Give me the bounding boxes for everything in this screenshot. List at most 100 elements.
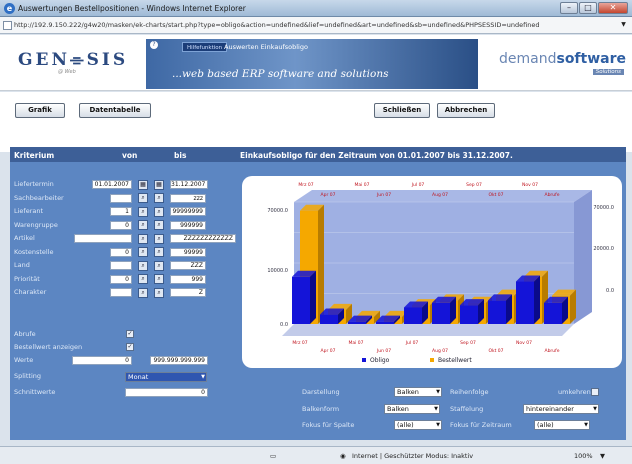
filter-bis-input[interactable]: ZZZ: [170, 261, 206, 270]
main-panel: Liefertermin 01.01.2007 ▦ ▦ 31.12.2007 Sachbe…: [10, 162, 626, 440]
balkenform-select[interactable]: Balken ▼: [384, 404, 440, 414]
banner: GEN⌯SIS @ Web ? Hilfefunktion Auswerten …: [0, 35, 632, 91]
security-zone: Internet | Geschützter Modus: Inaktiv: [352, 452, 474, 460]
werte-von-input[interactable]: 0: [72, 356, 132, 365]
chevron-down-icon[interactable]: ▼: [619, 21, 628, 30]
ie-icon: e: [4, 3, 15, 14]
search-icon[interactable]: ⌕: [154, 260, 164, 271]
search-icon[interactable]: ⌕: [154, 193, 164, 203]
filter-bis-input[interactable]: 99999: [170, 247, 206, 257]
category-label: Mai 07: [348, 340, 363, 346]
filter-label: Kostenstelle: [14, 247, 54, 256]
filter-von-input[interactable]: 01.01.2007: [92, 180, 132, 189]
fokus-zeitraum-value: (alle): [537, 421, 554, 429]
category-label: Jun 07: [376, 348, 391, 354]
filter-von-input[interactable]: 0: [110, 220, 132, 230]
datentabelle-button[interactable]: Datentabelle: [79, 103, 151, 118]
abrufe-checkbox[interactable]: ✓: [126, 330, 134, 338]
calendar-icon[interactable]: ▦: [138, 179, 148, 190]
help-icon: ?: [150, 41, 158, 49]
header-bis: bis: [174, 151, 187, 160]
search-icon[interactable]: ⌕: [138, 260, 148, 271]
filter-bis-input[interactable]: 99999999: [170, 207, 206, 216]
filter-von-input[interactable]: [74, 234, 132, 243]
chart-floor: [282, 324, 574, 336]
search-icon[interactable]: ⌕: [138, 193, 148, 203]
abbrechen-button[interactable]: Abbrechen: [437, 103, 495, 118]
search-icon[interactable]: ⌕: [154, 247, 164, 257]
popup-icon: ▭: [270, 452, 277, 460]
zoom-level[interactable]: 100%: [574, 452, 593, 460]
chevron-down-icon: ▼: [584, 422, 588, 428]
logo-subtitle: @ Web: [58, 69, 76, 75]
search-icon[interactable]: ⌕: [138, 233, 148, 244]
fokus-zeitraum-select[interactable]: (alle) ▼: [534, 420, 590, 430]
minimize-button[interactable]: –: [560, 2, 578, 14]
fokus-spalte-select[interactable]: (alle) ▼: [394, 420, 442, 430]
filter-bis-input[interactable]: 999999: [170, 220, 206, 230]
grafik-button[interactable]: Grafik: [15, 103, 65, 118]
bestellwert-checkbox[interactable]: ✓: [126, 343, 134, 351]
category-label: Jul 07: [411, 182, 425, 188]
help-button[interactable]: Hilfefunktion: [182, 42, 228, 52]
darstellung-select[interactable]: Balken ▼: [394, 387, 442, 397]
filter-von-input[interactable]: [110, 193, 132, 203]
filter-von-input[interactable]: 0: [110, 274, 132, 284]
legend-obligo-swatch: [362, 358, 366, 362]
schnittwerte-input[interactable]: 0: [125, 388, 208, 397]
search-icon[interactable]: ⌕: [138, 287, 148, 298]
search-icon[interactable]: ⌕: [154, 233, 164, 244]
chevron-down-icon: ▼: [436, 389, 440, 395]
bestellwert-bar-side: [318, 204, 324, 324]
obligo-bar: [516, 281, 534, 324]
search-icon[interactable]: ⌕: [154, 206, 164, 217]
calendar-icon[interactable]: ▦: [154, 179, 164, 190]
address-bar[interactable]: http://192.9.150.222/g4w20/masken/ek-cha…: [0, 17, 632, 34]
balkenform-value: Balken: [387, 405, 409, 413]
filter-label: Lieferant: [14, 207, 44, 215]
brand-subtitle: Solutions: [592, 69, 624, 75]
filter-bis-input[interactable]: ZZZZZZZZZZZZ: [170, 234, 236, 243]
filter-bis-input[interactable]: zzz: [170, 193, 206, 203]
splitting-select[interactable]: Monat ▼: [125, 372, 207, 382]
filter-label: Artikel: [14, 234, 35, 242]
header-kriterium: Kriterium: [14, 151, 55, 160]
maximize-button[interactable]: □: [579, 2, 597, 14]
filter-bis-input[interactable]: Z: [170, 288, 206, 297]
filter-bis-input[interactable]: 999: [170, 274, 206, 284]
obligo-bar-side: [534, 275, 540, 324]
search-icon[interactable]: ⌕: [154, 274, 164, 284]
werte-bis-input[interactable]: 999.999.999.999: [150, 356, 208, 365]
search-icon[interactable]: ⌕: [138, 247, 148, 257]
category-label: Jul 07: [405, 340, 419, 346]
umkehren-checkbox[interactable]: [591, 388, 599, 396]
y-tick-label: 0.0: [606, 288, 614, 294]
filter-label: Warengruppe: [14, 220, 58, 229]
search-icon[interactable]: ⌕: [138, 274, 148, 284]
schliessen-button[interactable]: Schließen: [374, 103, 430, 118]
filter-label: Charakter: [14, 288, 47, 296]
chevron-down-icon: ▼: [434, 406, 438, 412]
category-label: Aug 07: [432, 348, 448, 354]
filter-von-input[interactable]: [110, 288, 132, 297]
category-label: Apr 07: [321, 192, 336, 198]
close-button[interactable]: ✕: [598, 2, 628, 14]
y-tick-label: 70000.0: [593, 205, 614, 211]
search-icon[interactable]: ⌕: [154, 220, 164, 230]
report-title: Einkaufsobligo für den Zeitraum von 01.0…: [240, 151, 513, 160]
filter-von-input[interactable]: 0: [110, 247, 132, 257]
chevron-down-icon[interactable]: ▼: [600, 452, 605, 460]
category-label: Okt 07: [488, 348, 503, 354]
filter-label: Liefertermin: [14, 180, 54, 188]
search-icon[interactable]: ⌕: [138, 220, 148, 230]
window-title: Auswertungen Bestellpositionen - Windows…: [18, 4, 246, 13]
staffelung-select[interactable]: hintereinander ▼: [523, 404, 599, 414]
filter-von-input[interactable]: 1: [110, 207, 132, 216]
url-text[interactable]: http://192.9.150.222/g4w20/masken/ek-cha…: [14, 21, 539, 29]
header-von: von: [122, 151, 138, 160]
search-icon[interactable]: ⌕: [138, 206, 148, 217]
search-icon[interactable]: ⌕: [154, 287, 164, 298]
category-label: Nov 07: [522, 182, 538, 188]
filter-von-input[interactable]: [110, 261, 132, 270]
filter-bis-input[interactable]: 31.12.2007: [170, 180, 208, 189]
